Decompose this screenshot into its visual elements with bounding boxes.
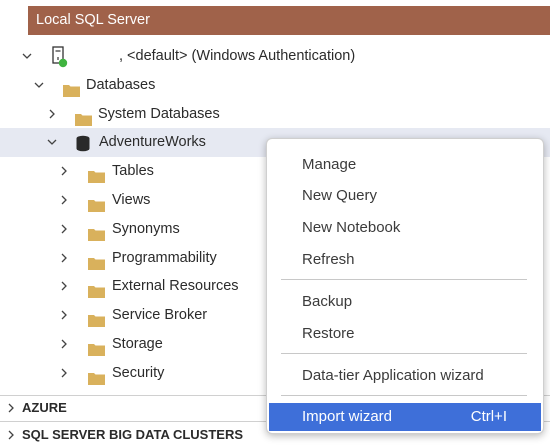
folder-icon	[75, 108, 92, 126]
tree-row-databases[interactable]: Databases	[0, 71, 550, 100]
menu-item-import-wizard-label: Import wizard	[302, 408, 393, 425]
chevron-right-icon[interactable]	[59, 339, 69, 349]
menu-item-manage[interactable]: Manage	[269, 151, 541, 179]
tree-label-adventureworks: AdventureWorks	[99, 134, 206, 151]
section-azure-label: AZURE	[22, 400, 67, 415]
redacted-server-name	[80, 50, 118, 64]
server-label: , <default> (Windows Authentication)	[119, 48, 356, 64]
folder-icon	[88, 194, 105, 212]
chevron-down-icon[interactable]	[34, 80, 44, 90]
menu-item-restore[interactable]: Restore	[269, 320, 541, 348]
menu-item-import-wizard-shortcut: Ctrl+I	[470, 408, 507, 425]
tree-row-system-databases[interactable]: System Databases	[0, 100, 550, 129]
context-menu: Manage New Query New Notebook Refresh Ba…	[266, 138, 544, 434]
folder-icon	[63, 79, 80, 97]
tree-label-security: Security	[112, 364, 165, 381]
folder-icon	[88, 252, 105, 270]
chevron-right-icon[interactable]	[47, 109, 57, 119]
chevron-right-icon[interactable]	[6, 403, 16, 413]
database-icon	[75, 134, 91, 152]
menu-item-new-query[interactable]: New Query	[269, 182, 541, 210]
chevron-right-icon[interactable]	[59, 310, 69, 320]
folder-icon	[88, 223, 105, 241]
tree-label-external-resources: External Resources	[112, 278, 239, 295]
folder-icon	[88, 367, 105, 385]
menu-item-backup[interactable]: Backup	[269, 288, 541, 316]
tree-label-tables: Tables	[112, 163, 154, 180]
chevron-down-icon[interactable]	[47, 137, 57, 147]
folder-icon	[88, 309, 105, 328]
menu-item-data-tier-wizard[interactable]: Data-tier Application wizard	[269, 362, 541, 390]
chevron-right-icon[interactable]	[59, 224, 69, 234]
tree-label-databases: Databases	[86, 76, 156, 93]
menu-separator	[281, 353, 527, 354]
section-big-data-clusters-label: SQL SERVER BIG DATA CLUSTERS	[22, 427, 244, 442]
folder-icon	[88, 280, 105, 299]
menu-separator	[281, 279, 527, 280]
tree-row-server[interactable]: , <default> (Windows Authentication)	[0, 42, 550, 71]
chevron-right-icon[interactable]	[59, 253, 69, 263]
chevron-right-icon[interactable]	[59, 195, 69, 205]
tree-label-service-broker: Service Broker	[112, 307, 208, 324]
tree-label-views: Views	[112, 191, 151, 208]
chevron-right-icon[interactable]	[6, 430, 16, 440]
chevron-right-icon[interactable]	[59, 368, 69, 378]
chevron-down-icon[interactable]	[22, 51, 32, 61]
connection-group-header[interactable]: Local SQL Server	[28, 6, 550, 35]
connection-group-title: Local SQL Server	[36, 12, 150, 28]
menu-item-refresh[interactable]: Refresh	[269, 246, 541, 274]
folder-icon	[88, 165, 105, 184]
tree-label-system-databases: System Databases	[98, 105, 220, 122]
chevron-right-icon[interactable]	[59, 166, 69, 176]
menu-separator	[281, 395, 527, 396]
server-icon	[50, 46, 70, 68]
folder-icon	[88, 338, 105, 356]
chevron-right-icon[interactable]	[59, 281, 69, 291]
menu-item-new-notebook[interactable]: New Notebook	[269, 214, 541, 242]
tree-label-programmability: Programmability	[112, 249, 217, 266]
tree-label-synonyms: Synonyms	[112, 220, 180, 237]
menu-item-import-wizard[interactable]: Import wizard Ctrl+I	[269, 403, 541, 431]
tree-label-storage: Storage	[112, 335, 163, 352]
